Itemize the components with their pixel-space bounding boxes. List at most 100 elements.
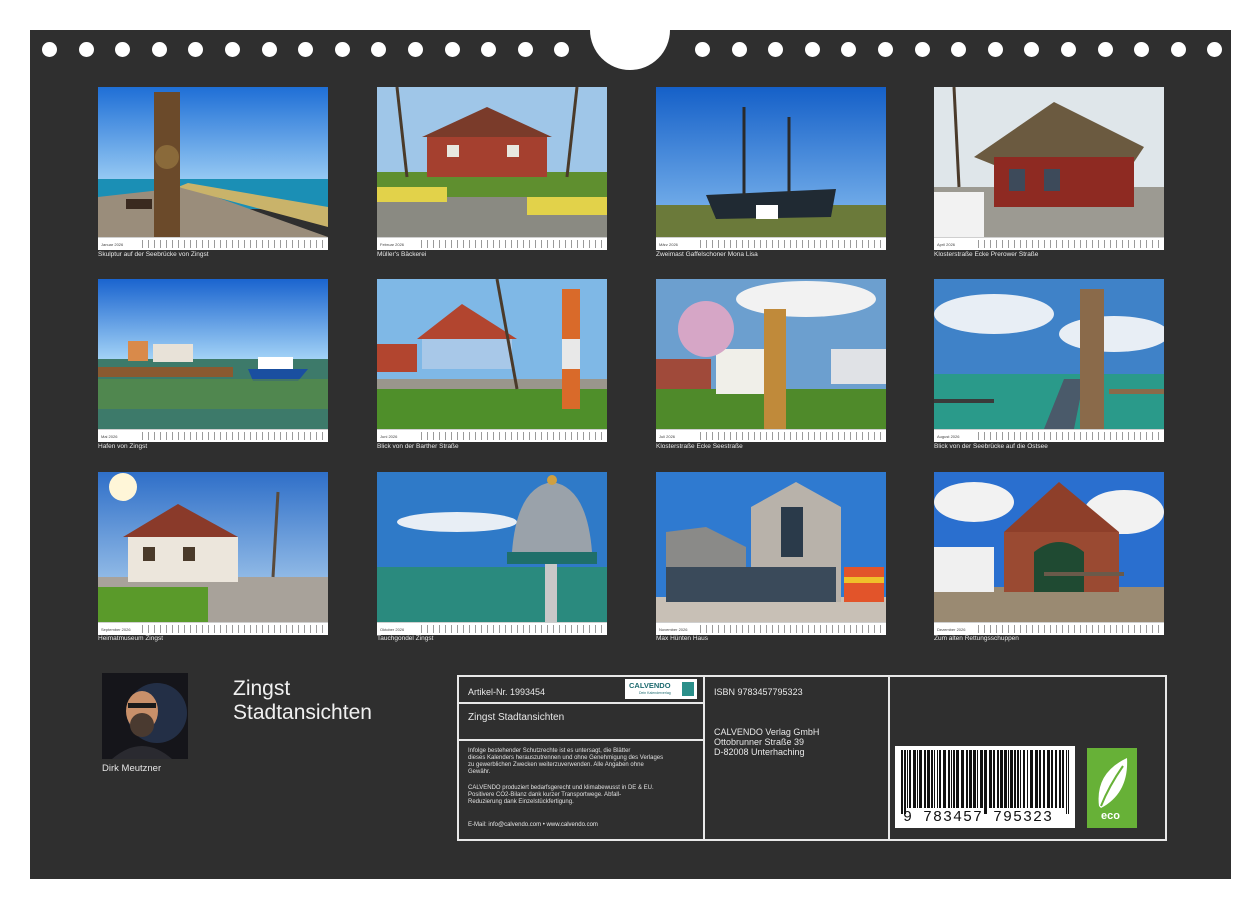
barcode-bar (1030, 750, 1033, 808)
rescue-shed-image (934, 472, 1164, 622)
binding-hole (261, 42, 277, 57)
barcode-bar (969, 750, 972, 808)
photo-june: Juni 2026 (377, 279, 607, 442)
barcode-bar (951, 750, 952, 808)
binding-hole (987, 42, 1003, 57)
photo-caption: Tauchgondel Zingst (377, 635, 434, 642)
barcode-bar (919, 750, 922, 808)
photo-january: Januar 2026 (98, 87, 328, 250)
barcode-bar (1062, 750, 1064, 808)
barcode-bar (907, 750, 908, 808)
photo-caption: Zum alten Rettungsschuppen (934, 635, 1019, 642)
photo-caption: Hafen von Zingst (98, 443, 148, 450)
calendar-strip: April 2026 (934, 237, 1164, 250)
barcode-bar (1055, 750, 1057, 808)
author-portrait-image (102, 673, 188, 759)
barcode-bar (1068, 750, 1069, 814)
month-label: November 2026 (659, 627, 688, 632)
isbn: ISBN 9783457795323 (714, 687, 803, 697)
bakery-house-image (377, 87, 607, 237)
calendar-strip: September 2026 (98, 622, 328, 635)
binding-hole (1134, 42, 1150, 57)
binding-hole (951, 42, 967, 57)
photo-caption: Heimatmuseum Zingst (98, 635, 164, 642)
month-label: Mai 2026 (101, 434, 118, 439)
binding-hole (878, 42, 893, 57)
barcode-bar (961, 750, 964, 808)
calendar-strip: Mai 2026 (98, 429, 328, 442)
barcode-bar (997, 750, 999, 808)
barcode-bar (1059, 750, 1061, 808)
barcode-bar (913, 750, 916, 808)
photo-caption: Zweimast Gaffelschoner Mona Lisa (656, 251, 758, 258)
logo-text: CALVENDO (629, 681, 671, 690)
binding-hole (768, 42, 784, 57)
calendar-strip: Dezember 2026 (934, 622, 1164, 635)
binding-hole (1024, 42, 1040, 57)
barcode-bar (909, 750, 911, 808)
calendar-strip: August 2026 (934, 429, 1164, 442)
barcode-bar (1023, 750, 1025, 808)
barcode-bar (984, 750, 987, 814)
barcode-bar (1027, 750, 1028, 808)
barcode-digits: 9 783457 795323 (903, 809, 1054, 826)
barcode-bar (934, 750, 935, 808)
product-name: Zingst Stadtansichten (468, 712, 565, 723)
barcode-bar (1051, 750, 1053, 808)
binding-hole (298, 42, 314, 57)
legal-line: CALVENDO produziert bedarfsgerecht und k… (468, 785, 654, 791)
address-line: Ottobrunner Straße 39 (714, 737, 805, 747)
calendar-title: Zingst Stadtansichten (233, 677, 372, 725)
climate-notice: CALVENDO produziert bedarfsgerecht und k… (468, 785, 654, 806)
photo-caption: Skulptur auf der Seebrücke von Zingst (98, 251, 209, 258)
street-view-image (377, 279, 607, 429)
sailing-ship-image (656, 87, 886, 237)
calvendo-logo: CALVENDO Dein Kalenderverlag (625, 679, 697, 699)
thatched-shop-image (934, 87, 1164, 237)
pier-baltic-image (934, 279, 1164, 429)
sculpture-pier-image (98, 87, 328, 237)
binding-hole (1061, 42, 1076, 57)
avatar (102, 673, 188, 759)
binding-hole (517, 42, 533, 57)
photo-november: November 2026 (656, 472, 886, 635)
legal-line: Infolge bestehender Schutzrechte ist es … (468, 748, 631, 754)
wood-sculpture-image (656, 279, 886, 429)
barcode-bar (1043, 750, 1045, 808)
binding-hole (841, 42, 857, 57)
month-label: Dezember 2026 (937, 627, 966, 632)
eco-label: eco (1101, 810, 1120, 822)
calendar-strip: November 2026 (656, 622, 886, 635)
calendar-strip: Oktober 2026 (377, 622, 607, 635)
barcode-bar (904, 750, 906, 814)
binding-hole (225, 42, 240, 57)
binding-hole (804, 42, 820, 57)
barcode-bar (973, 750, 976, 808)
barcode-bar (1035, 750, 1038, 808)
barcode-bar (1000, 750, 1003, 808)
photo-caption: Max Hünten Haus (656, 635, 709, 642)
photo-october: Oktober 2026 (377, 472, 607, 635)
divider (703, 677, 705, 839)
logo-mark-icon (682, 682, 694, 696)
divider (459, 702, 703, 704)
photo-caption: Blick von der Barther Straße (377, 443, 459, 450)
binding-hole (1207, 42, 1223, 57)
month-label: Februar 2026 (380, 242, 405, 247)
author-name: Dirk Meutzner (102, 763, 162, 774)
legal-notice: Infolge bestehender Schutzrechte ist es … (468, 748, 663, 776)
photo-december: Dezember 2026 (934, 472, 1164, 635)
legal-line: Gewähr. (468, 769, 491, 775)
binding-hole (481, 42, 497, 57)
barcode-bar (989, 750, 992, 808)
calendar-back-cover: Januar 2026 Skulptur auf der Seebrücke v… (30, 30, 1231, 879)
legal-line: zu gewerblichen Zwecken weiterzuverwende… (468, 762, 644, 768)
barcode-bar (956, 750, 959, 808)
photo-august: August 2026 (934, 279, 1164, 442)
month-label: März 2026 (659, 242, 678, 247)
barcode-bar (993, 750, 995, 808)
divider (459, 739, 703, 741)
photo-caption: Müller's Bäckerei (377, 251, 427, 258)
binding-hole (151, 42, 167, 57)
binding-hole (1097, 42, 1113, 57)
